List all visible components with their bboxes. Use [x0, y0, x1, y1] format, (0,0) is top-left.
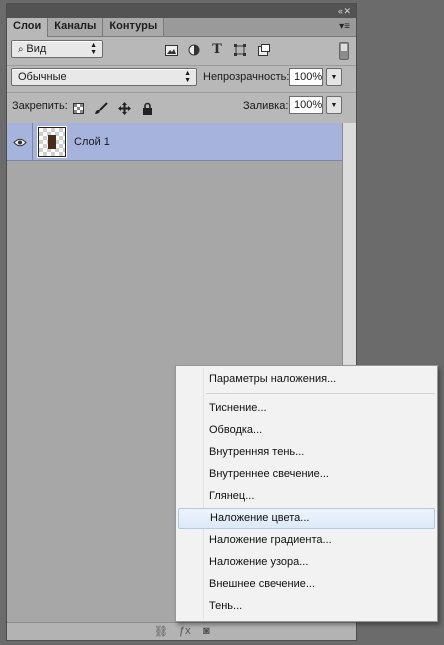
layers-bottom-bar: ⛓ ƒx ◙	[7, 622, 356, 640]
opacity-input[interactable]: 100%	[289, 68, 323, 86]
select-arrows-icon: ▲ ▼	[184, 70, 191, 84]
layer-name[interactable]: Слой 1	[74, 136, 110, 148]
panel-tabs: Слои Каналы Контуры ▾≡	[7, 18, 356, 37]
blend-mode-value: Обычные	[18, 71, 67, 83]
menu-item-bevel-emboss[interactable]: Тиснение...	[178, 398, 435, 419]
fill-label: Заливка:	[243, 100, 289, 112]
filter-toggle-switch[interactable]	[339, 42, 349, 60]
layer-row[interactable]: Слой 1	[7, 123, 342, 161]
lock-position-icon[interactable]	[117, 101, 131, 115]
menu-item-blending-options[interactable]: Параметры наложения...	[178, 369, 435, 390]
layer-visibility-toggle[interactable]	[7, 123, 33, 161]
lock-transparency-icon[interactable]	[71, 101, 85, 115]
menu-item-inner-glow[interactable]: Внутреннее свечение...	[178, 464, 435, 485]
filter-kind-select[interactable]: ⌕ Вид ▲ ▼	[11, 40, 103, 58]
filter-kind-label: Вид	[26, 43, 47, 55]
panel-menu-icon[interactable]: ▾≡	[339, 21, 350, 32]
divider	[7, 92, 356, 93]
menu-item-pattern-overlay[interactable]: Наложение узора...	[178, 552, 435, 573]
fill-input[interactable]: 100%	[289, 96, 323, 114]
add-layer-style-icon[interactable]: ƒx	[179, 625, 191, 637]
fill-dropdown-button[interactable]: ▼	[326, 96, 342, 114]
tab-paths[interactable]: Контуры	[103, 18, 165, 36]
blend-mode-select[interactable]: Обычные ▲ ▼	[11, 68, 197, 86]
select-arrows-icon: ▲ ▼	[90, 42, 97, 56]
menu-item-outer-glow[interactable]: Внешнее свечение...	[178, 574, 435, 595]
menu-item-stroke[interactable]: Обводка...	[178, 420, 435, 441]
menu-item-color-overlay[interactable]: Наложение цвета...	[178, 508, 435, 529]
layer-thumbnail	[37, 126, 67, 158]
add-mask-icon[interactable]: ◙	[203, 625, 210, 637]
lock-image-pixels-icon[interactable]	[94, 101, 108, 115]
menu-separator	[206, 393, 435, 394]
smart-object-filter-icon[interactable]	[257, 43, 271, 57]
layer-style-context-menu: Параметры наложения... Тиснение... Обвод…	[175, 365, 438, 622]
link-layers-icon[interactable]: ⛓	[154, 625, 168, 638]
opacity-dropdown-button[interactable]: ▼	[326, 68, 342, 86]
menu-item-satin[interactable]: Глянец...	[178, 486, 435, 507]
panel-title-strip: ‹‹ ✕	[7, 4, 356, 18]
menu-item-inner-shadow[interactable]: Внутренняя тень...	[178, 442, 435, 463]
image-filter-icon[interactable]	[164, 43, 178, 57]
layer-thumbnail-shape	[48, 135, 56, 149]
opacity-label: Непрозрачность:	[203, 71, 290, 83]
eye-icon	[12, 138, 27, 146]
divider	[7, 65, 356, 66]
lock-all-icon[interactable]	[140, 101, 154, 115]
collapse-icon[interactable]: ‹‹ ✕	[338, 6, 351, 17]
tab-channels[interactable]: Каналы	[48, 18, 104, 36]
tab-layers[interactable]: Слои	[7, 18, 49, 37]
lock-label: Закрепить:	[12, 100, 68, 112]
menu-item-gradient-overlay[interactable]: Наложение градиента...	[178, 530, 435, 551]
shape-filter-icon[interactable]	[233, 43, 247, 57]
adjustment-filter-icon[interactable]	[187, 43, 201, 57]
type-filter-icon[interactable]: T	[210, 42, 224, 57]
menu-item-drop-shadow[interactable]: Тень...	[178, 596, 435, 617]
